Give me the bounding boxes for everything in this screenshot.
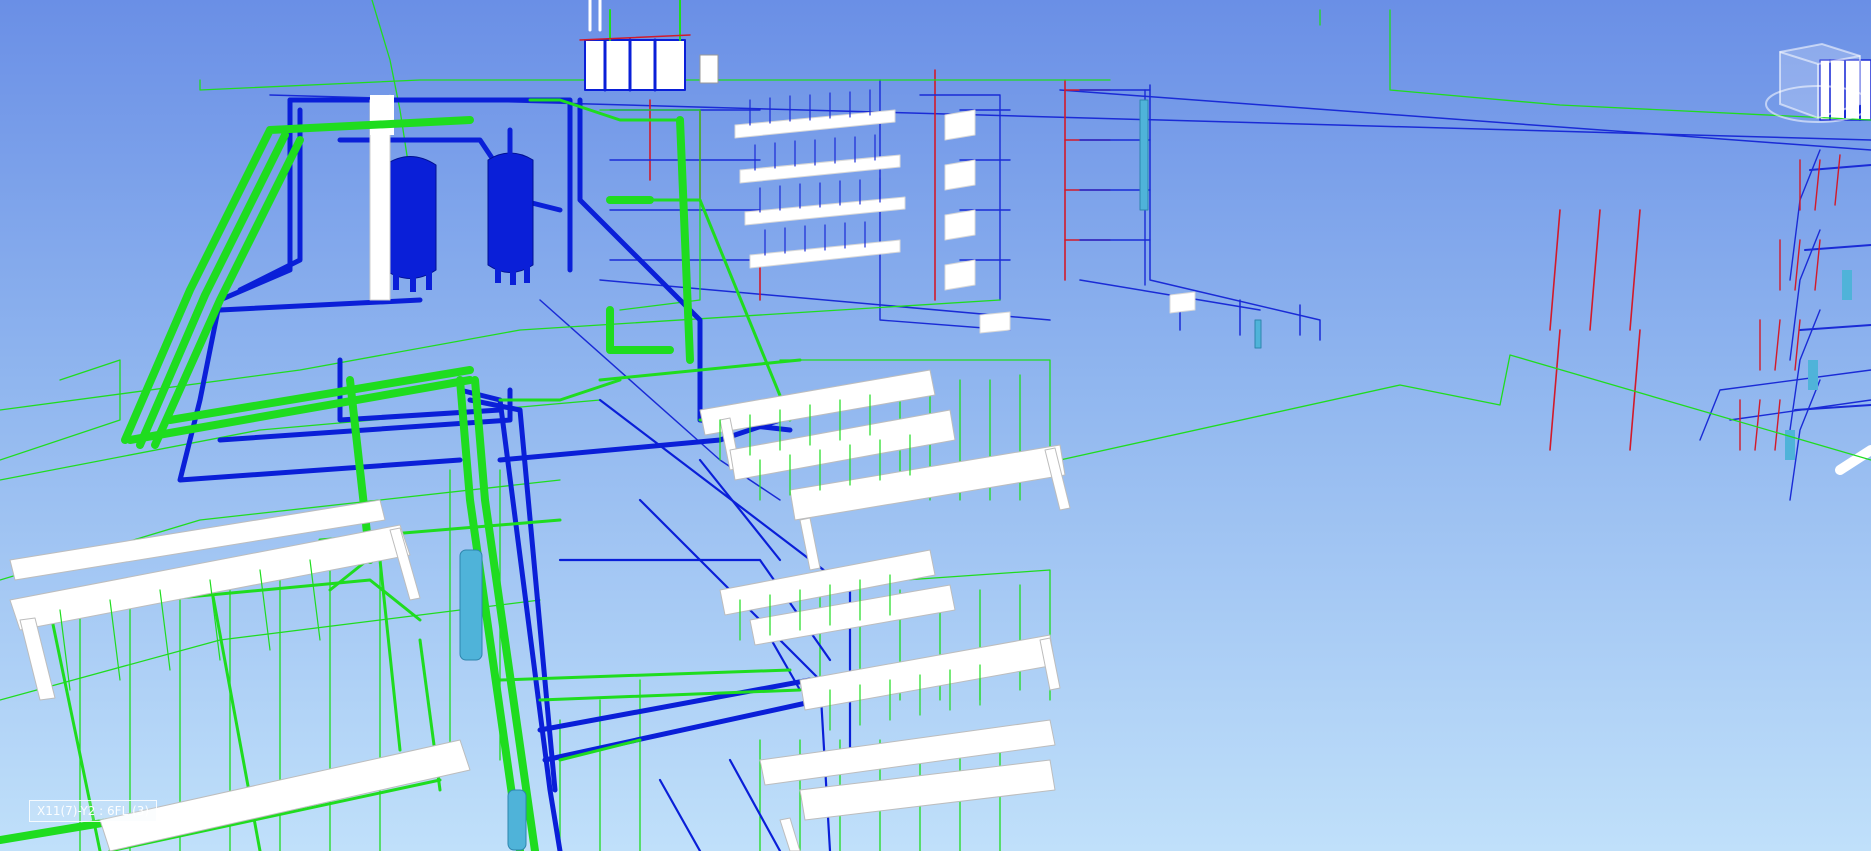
view-cube-icon[interactable] <box>1752 42 1870 128</box>
plumbing-3d-scene[interactable] <box>0 0 1871 851</box>
tank-right <box>487 127 534 285</box>
3d-model-viewport[interactable]: X11(7)-Y2 : 6FL (3) <box>0 0 1871 851</box>
upper-floor-fixtures <box>734 109 1196 334</box>
level-indicator-label: X11(7)-Y2 : 6FL (3) <box>29 800 158 822</box>
rooftop-pump-units <box>579 0 719 92</box>
tank-left <box>384 137 437 292</box>
main-water-supply-trunk <box>0 116 694 851</box>
